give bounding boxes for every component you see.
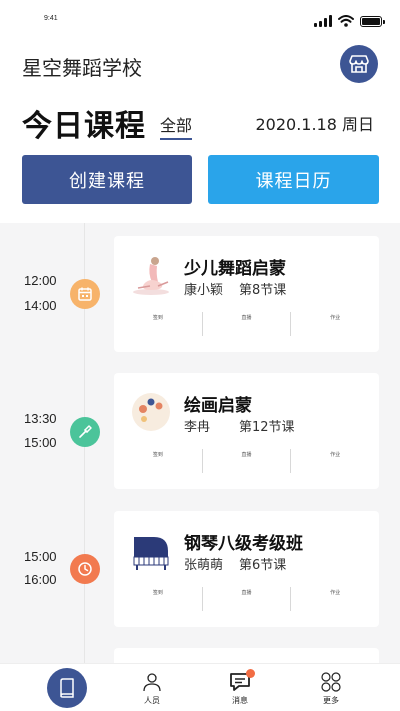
checkin-button[interactable]: 签到 bbox=[114, 587, 202, 611]
live-button[interactable]: 直播 bbox=[201, 449, 291, 473]
course-title: 钢琴八级考级班 bbox=[184, 534, 303, 554]
tab-messages[interactable]: 消息 bbox=[220, 669, 260, 706]
course-teacher: 李冉 bbox=[184, 420, 211, 435]
book-icon bbox=[60, 678, 74, 698]
course-card[interactable]: 钢琴八级考级班 张萌萌 第6节课 签到 直播 作业 bbox=[114, 511, 379, 627]
course-actions: 签到 直播 作业 bbox=[114, 587, 379, 611]
page-title: 今日课程 bbox=[22, 109, 146, 144]
course-start-time: 13:30 bbox=[24, 411, 57, 426]
filter-all-tab[interactable]: 全部 bbox=[160, 112, 193, 140]
course-card[interactable]: 绘画启蒙 李冉 第12节课 签到 直播 作业 bbox=[114, 373, 379, 489]
person-icon bbox=[143, 673, 161, 692]
more-grid-icon bbox=[321, 672, 341, 692]
course-lesson: 第12节课 bbox=[239, 420, 295, 435]
homework-button[interactable]: 作业 bbox=[290, 587, 379, 611]
course-end-time: 14:00 bbox=[24, 298, 57, 313]
wifi-icon bbox=[338, 15, 354, 27]
message-badge bbox=[246, 669, 255, 678]
course-title: 绘画启蒙 bbox=[184, 396, 252, 416]
course-actions: 签到 直播 作业 bbox=[114, 312, 379, 336]
status-bar: 9:41 bbox=[0, 0, 400, 36]
status-icons bbox=[314, 15, 385, 27]
course-card-partial[interactable] bbox=[114, 648, 379, 663]
school-name: 星空舞蹈学校 bbox=[22, 56, 142, 80]
course-end-time: 16:00 bbox=[24, 572, 57, 587]
course-teacher: 张萌萌 bbox=[184, 558, 224, 573]
palette-illustration bbox=[132, 393, 170, 431]
course-start-time: 12:00 bbox=[24, 273, 57, 288]
piano-illustration bbox=[133, 537, 169, 570]
course-card[interactable]: 少儿舞蹈启蒙 康小颖 第8节课 签到 直播 作业 bbox=[114, 236, 379, 352]
tab-more-label: 更多 bbox=[323, 696, 339, 705]
checkin-button[interactable]: 签到 bbox=[114, 449, 202, 473]
course-teacher: 康小颖 bbox=[184, 283, 224, 298]
tab-bar: 人员 消息 更多 bbox=[0, 663, 400, 711]
calendar-icon bbox=[78, 287, 92, 301]
course-lesson: 第6节课 bbox=[239, 558, 287, 573]
tab-messages-label: 消息 bbox=[232, 696, 248, 705]
course-lesson: 第8节课 bbox=[239, 283, 287, 298]
course-dot bbox=[70, 554, 100, 584]
current-date: 2020.1.18 周日 bbox=[255, 115, 374, 134]
homework-button[interactable]: 作业 bbox=[290, 449, 379, 473]
tab-home[interactable] bbox=[47, 668, 87, 708]
clock-icon bbox=[78, 562, 92, 576]
live-button[interactable]: 直播 bbox=[201, 587, 291, 611]
create-course-button[interactable]: 创建课程 bbox=[22, 155, 192, 204]
store-icon bbox=[349, 55, 369, 73]
course-dot bbox=[70, 279, 100, 309]
course-end-time: 15:00 bbox=[24, 435, 57, 450]
course-dot bbox=[70, 417, 100, 447]
store-button[interactable] bbox=[340, 45, 378, 83]
homework-button[interactable]: 作业 bbox=[290, 312, 379, 336]
signal-icon bbox=[314, 15, 332, 27]
tab-people[interactable]: 人员 bbox=[132, 672, 172, 706]
course-actions: 签到 直播 作业 bbox=[114, 449, 379, 473]
brush-icon bbox=[79, 425, 92, 438]
course-start-time: 15:00 bbox=[24, 549, 57, 564]
course-calendar-button[interactable]: 课程日历 bbox=[208, 155, 379, 204]
dancer-illustration bbox=[133, 257, 169, 295]
course-title: 少儿舞蹈启蒙 bbox=[184, 259, 286, 279]
status-time: 9:41 bbox=[44, 15, 58, 22]
tab-people-label: 人员 bbox=[144, 696, 160, 705]
checkin-button[interactable]: 签到 bbox=[114, 312, 202, 336]
live-button[interactable]: 直播 bbox=[201, 312, 291, 336]
tab-more[interactable]: 更多 bbox=[311, 672, 351, 706]
course-timeline[interactable]: 12:00 14:00 少儿舞蹈启蒙 康小颖 第8节课 签到 直播 作业 13:… bbox=[0, 223, 400, 663]
battery-icon bbox=[360, 15, 385, 27]
